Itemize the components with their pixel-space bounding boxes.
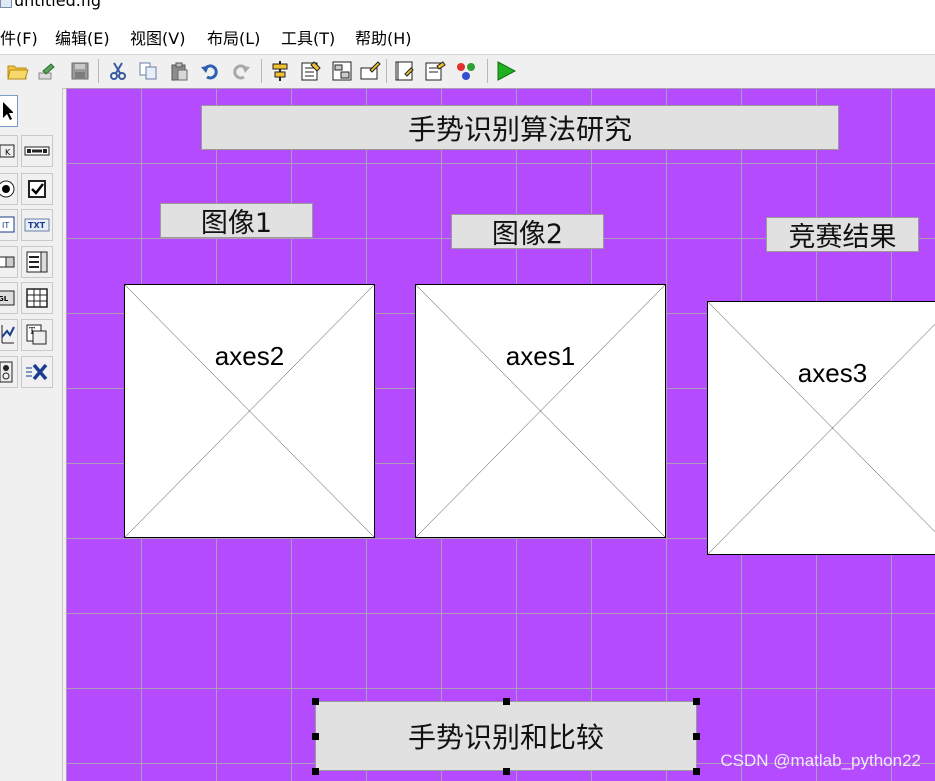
selection-handle[interactable] <box>693 768 700 775</box>
button-group-icon[interactable] <box>0 356 18 388</box>
menu-layout[interactable]: 布局(L) <box>207 25 260 49</box>
menu-tools[interactable]: 工具(T) <box>281 25 335 49</box>
run-icon[interactable] <box>494 58 518 84</box>
component-palette: K IT TXT GL T <box>0 88 63 781</box>
window-title: untitled.fig <box>14 0 102 10</box>
object-browser-icon[interactable] <box>454 58 478 84</box>
tab-order-editor-icon[interactable] <box>330 58 354 84</box>
editor-icon[interactable] <box>392 58 416 84</box>
figure-file-icon <box>0 0 12 8</box>
toolbar-separator <box>261 59 262 83</box>
table-icon[interactable] <box>21 282 53 314</box>
menu-help[interactable]: 帮助(H) <box>355 25 412 49</box>
menu-edit[interactable]: 编辑(E) <box>55 25 110 49</box>
axes-name: axes1 <box>505 341 576 371</box>
title-bar: untitled.fig <box>0 0 935 14</box>
undo-icon[interactable] <box>198 58 222 84</box>
menu-editor-icon[interactable] <box>299 58 323 84</box>
svg-text:K: K <box>5 148 11 157</box>
title-static-text[interactable]: 手势识别算法研究 <box>201 105 839 150</box>
selection-handle[interactable] <box>503 768 510 775</box>
axes-cross-icon <box>416 285 665 537</box>
selection-handle[interactable] <box>312 698 319 705</box>
toolbar-separator <box>487 59 488 83</box>
edit-text-icon[interactable]: IT <box>0 209 18 241</box>
export-icon[interactable] <box>36 58 60 84</box>
menu-view[interactable]: 视图(V) <box>130 25 185 49</box>
svg-text:GL: GL <box>0 295 9 303</box>
axes3[interactable]: axes3 <box>707 301 935 555</box>
toolbar-editor-icon[interactable] <box>358 58 382 84</box>
selection-handle[interactable] <box>312 733 319 740</box>
axes-icon[interactable] <box>0 319 18 351</box>
push-button-icon[interactable]: K <box>0 135 18 167</box>
toggle-button-icon[interactable]: GL <box>0 282 18 314</box>
property-inspector-icon[interactable] <box>423 58 447 84</box>
selection-handle[interactable] <box>693 698 700 705</box>
recognize-compare-button[interactable]: 手势识别和比较 <box>315 701 697 771</box>
activex-icon[interactable] <box>21 356 53 388</box>
label-image2[interactable]: 图像2 <box>451 214 604 250</box>
menu-bar: 件(F) 编辑(E) 视图(V) 布局(L) 工具(T) 帮助(H) <box>0 14 935 54</box>
axes2[interactable]: axes2 <box>124 284 375 538</box>
select-arrow-icon[interactable] <box>0 95 18 127</box>
watermark: CSDN @matlab_python22 <box>720 751 921 770</box>
svg-text:IT: IT <box>2 221 9 230</box>
toolbar <box>0 54 935 89</box>
menu-file[interactable]: 件(F) <box>0 25 38 49</box>
listbox-icon[interactable] <box>21 246 53 278</box>
radio-button-icon[interactable] <box>0 173 18 205</box>
cut-icon[interactable] <box>106 58 130 84</box>
static-text-icon[interactable]: TXT <box>21 209 53 241</box>
axes-cross-icon <box>125 285 374 537</box>
toolbar-separator <box>98 59 99 83</box>
label-image1[interactable]: 图像1 <box>160 203 313 239</box>
checkbox-icon[interactable] <box>21 173 53 205</box>
axes-name: axes2 <box>214 341 285 371</box>
svg-text:TXT: TXT <box>28 221 46 230</box>
toolbar-separator <box>386 59 387 83</box>
selection-handle[interactable] <box>503 698 510 705</box>
design-canvas[interactable]: 手势识别算法研究 图像1 图像2 竞赛结果 axes2 axes1 axes3 … <box>66 88 935 781</box>
align-objects-icon[interactable] <box>268 58 292 84</box>
selection-handle[interactable] <box>312 768 319 775</box>
axes-cross-icon <box>708 302 935 554</box>
selection-handle[interactable] <box>693 733 700 740</box>
panel-icon[interactable]: T <box>21 319 53 351</box>
paste-icon[interactable] <box>167 58 191 84</box>
open-folder-icon[interactable] <box>6 58 30 84</box>
save-icon[interactable] <box>68 58 92 84</box>
popup-menu-icon[interactable] <box>0 246 18 278</box>
label-result[interactable]: 竞赛结果 <box>766 217 919 253</box>
copy-icon[interactable] <box>136 58 160 84</box>
axes1[interactable]: axes1 <box>415 284 666 538</box>
redo-icon[interactable] <box>229 58 253 84</box>
axes-name: axes3 <box>797 358 868 388</box>
slider-icon[interactable] <box>21 135 53 167</box>
